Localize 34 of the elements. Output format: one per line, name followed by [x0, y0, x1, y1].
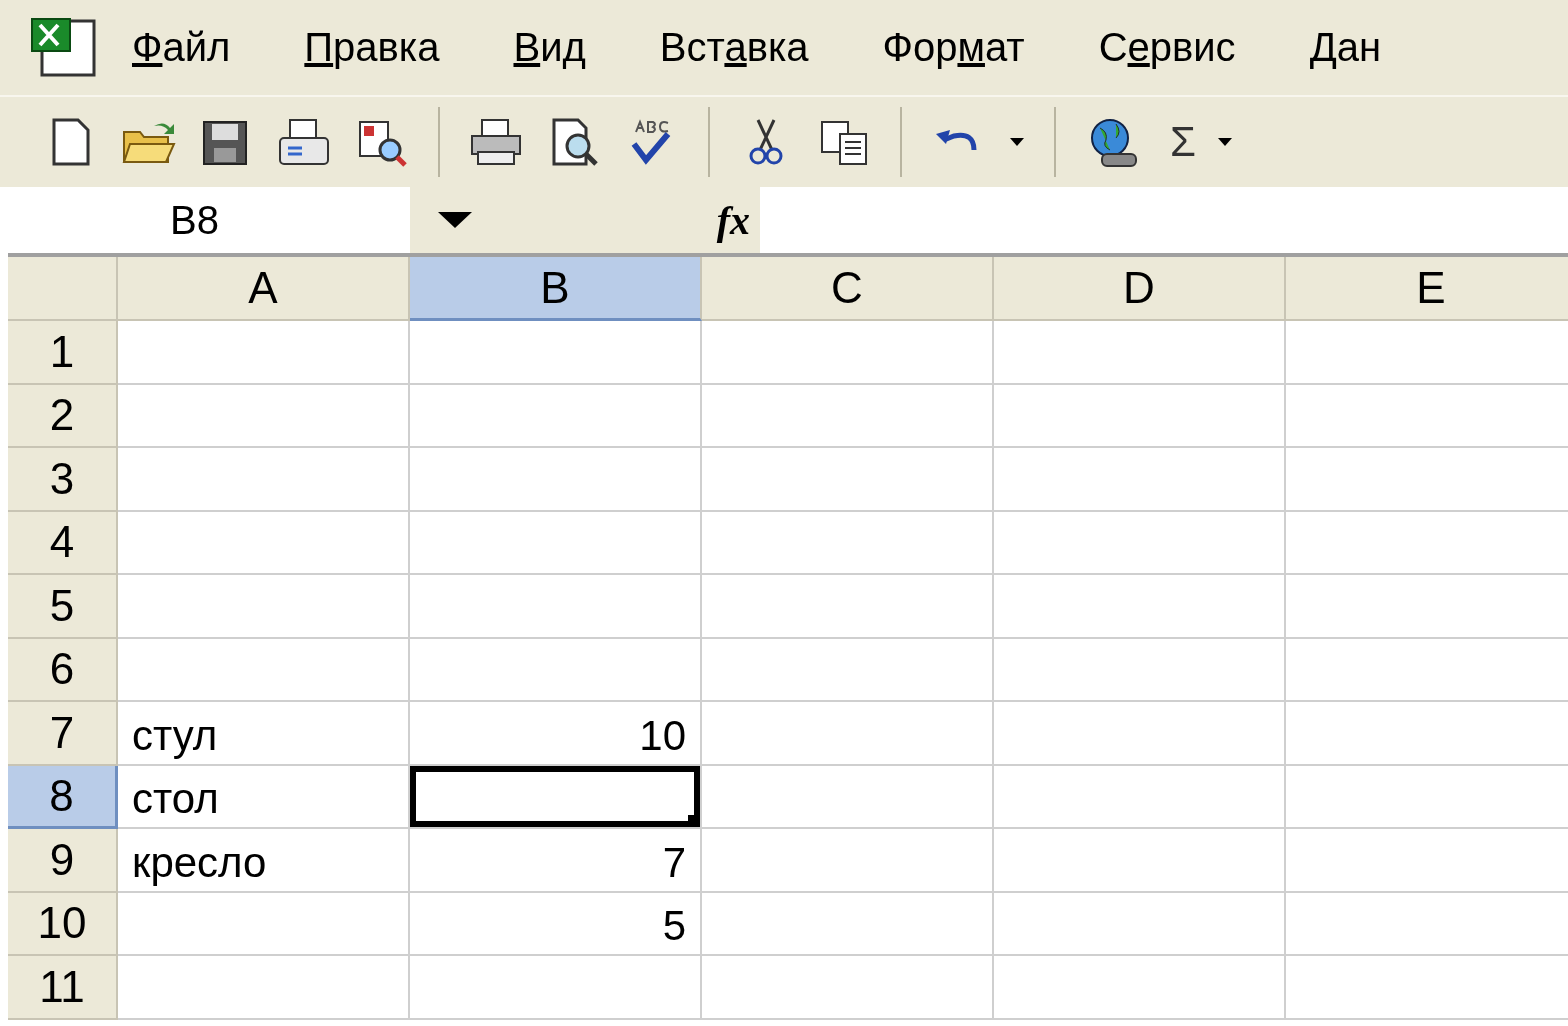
- menu-item[interactable]: Правка: [304, 25, 440, 70]
- column-header[interactable]: B: [410, 257, 702, 321]
- row-header[interactable]: 10: [8, 892, 118, 956]
- column-header[interactable]: E: [1286, 257, 1568, 321]
- row-header[interactable]: 4: [8, 511, 118, 575]
- menu-item[interactable]: Дан: [1309, 25, 1382, 70]
- menu-item[interactable]: Сервис: [1098, 25, 1236, 70]
- spreadsheet-app-icon[interactable]: [28, 16, 98, 79]
- row-header[interactable]: 1: [8, 321, 118, 385]
- table-cell: кресло: [118, 829, 410, 893]
- row-header[interactable]: 3: [8, 448, 118, 512]
- menu-item[interactable]: Вставка: [659, 25, 809, 70]
- row-header[interactable]: 6: [8, 638, 118, 702]
- selected-cell[interactable]: [410, 765, 702, 829]
- menu-item[interactable]: Файл: [132, 25, 231, 70]
- row-header[interactable]: 5: [8, 575, 118, 639]
- column-header[interactable]: C: [702, 257, 994, 321]
- table-cell: 7: [410, 829, 702, 893]
- autosum-button[interactable]: Σ: [1170, 118, 1196, 166]
- table-cell: стол: [118, 765, 410, 829]
- row-header[interactable]: 7: [8, 702, 118, 766]
- table-cell: 5: [410, 892, 702, 956]
- table-cell: стул: [118, 702, 410, 766]
- column-header[interactable]: A: [118, 257, 410, 321]
- row-header[interactable]: 8: [8, 765, 118, 829]
- menu-item[interactable]: Формат: [882, 25, 1025, 70]
- function-button[interactable]: fx: [716, 196, 750, 244]
- row-header[interactable]: 11: [8, 956, 118, 1020]
- dropdown-caret-icon[interactable]: [438, 212, 472, 228]
- column-header[interactable]: D: [994, 257, 1286, 321]
- table-cell: 10: [410, 702, 702, 766]
- menu-item[interactable]: Вид: [513, 25, 586, 70]
- row-header[interactable]: 9: [8, 829, 118, 893]
- row-header[interactable]: 2: [8, 384, 118, 448]
